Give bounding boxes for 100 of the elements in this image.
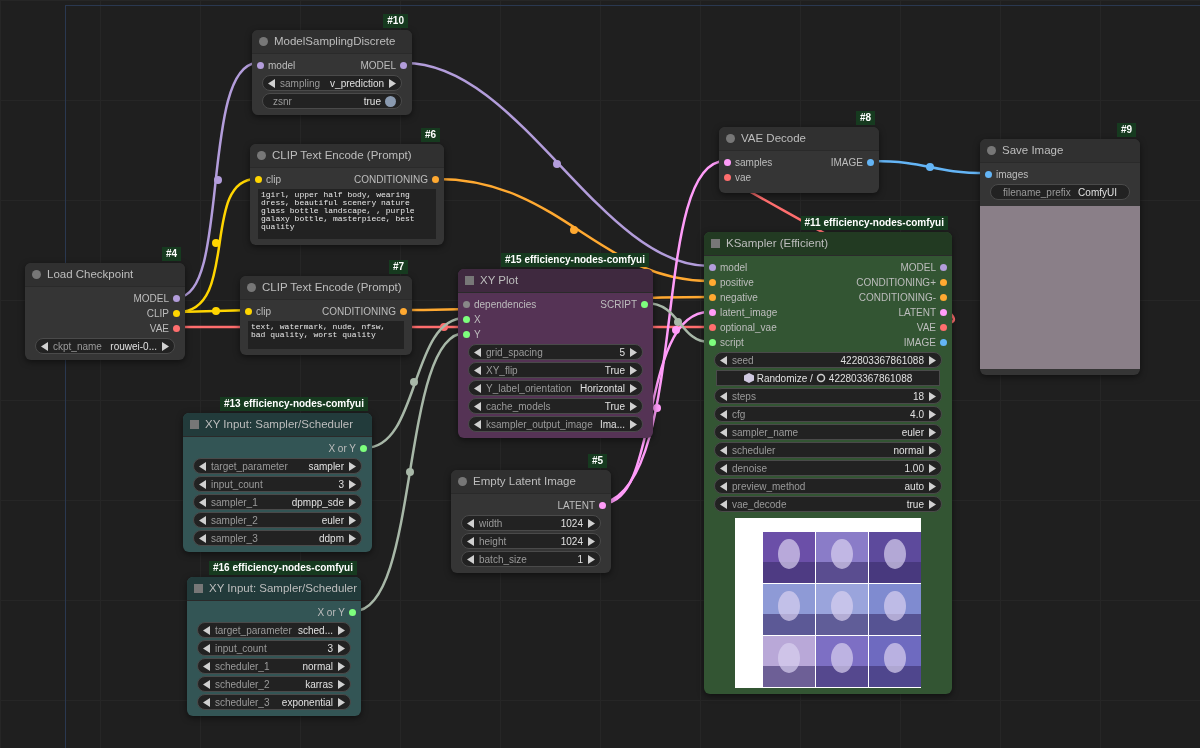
node-badge: #15 efficiency-nodes-comfyui bbox=[500, 253, 649, 267]
number-widget[interactable]: input_count 3 bbox=[197, 640, 351, 656]
number-widget[interactable]: grid_spacing 5 bbox=[468, 344, 643, 360]
square-icon bbox=[465, 276, 474, 285]
input-label: latent_image bbox=[720, 306, 778, 320]
node-title: KSampler (Efficient) bbox=[726, 235, 829, 251]
node-title-bar[interactable]: XY Input: Sampler/Scheduler bbox=[187, 577, 361, 601]
input-label: samples bbox=[735, 156, 773, 170]
number-widget[interactable]: height 1024 bbox=[461, 533, 601, 549]
node-badge: #10 bbox=[383, 14, 408, 28]
output-label: LATENT bbox=[557, 499, 595, 513]
number-widget[interactable]: batch_size 1 bbox=[461, 551, 601, 567]
combo-widget[interactable]: cache_models True bbox=[468, 398, 643, 414]
input-label: vae bbox=[735, 171, 752, 185]
node-badge: #5 bbox=[587, 454, 607, 468]
node-title: Save Image bbox=[1002, 142, 1064, 158]
node-title: XY Plot bbox=[480, 272, 519, 288]
combo-widget[interactable]: sampler_name euler bbox=[714, 424, 942, 440]
input-label: model bbox=[268, 59, 296, 73]
input-label: images bbox=[996, 168, 1029, 182]
node-title: ModelSamplingDiscrete bbox=[274, 33, 396, 49]
input-label: positive bbox=[720, 276, 754, 290]
combo-widget[interactable]: preview_method auto bbox=[714, 478, 942, 494]
combo-widget[interactable]: scheduler_2 karras bbox=[197, 676, 351, 692]
node-badge: #6 bbox=[420, 128, 440, 142]
input-label: clip bbox=[266, 173, 281, 187]
combo-widget[interactable]: target_parameter sampler bbox=[193, 458, 362, 474]
input-label: optional_vae bbox=[720, 321, 777, 335]
combo-widget[interactable]: vae_decode true bbox=[714, 496, 942, 512]
output-label: MODEL bbox=[133, 292, 169, 306]
combo-widget[interactable]: target_parameter sched... bbox=[197, 622, 351, 638]
combo-widget[interactable]: sampling v_prediction bbox=[262, 75, 402, 91]
decrement-arrow-icon[interactable] bbox=[268, 78, 276, 88]
combo-widget[interactable]: scheduler_1 normal bbox=[197, 658, 351, 674]
increment-arrow-icon[interactable] bbox=[928, 355, 936, 365]
node-title-bar[interactable]: VAE Decode bbox=[719, 127, 879, 151]
input-label: script bbox=[720, 336, 744, 350]
combo-widget[interactable]: scheduler normal bbox=[714, 442, 942, 458]
combo-widget[interactable]: ckpt_name rouwei-0... bbox=[35, 338, 175, 354]
dice-icon bbox=[743, 373, 754, 383]
prompt-textarea[interactable]: 1girl, upper half body, wearing dress, beautiful scenery nature glass bottle landscape, , purple galaxy bottle, masterpiece, best quality bbox=[258, 189, 436, 239]
output-label: LATENT bbox=[898, 306, 936, 320]
output-label: SCRIPT bbox=[600, 298, 637, 312]
node-title: VAE Decode bbox=[741, 130, 806, 146]
combo-widget[interactable]: scheduler_3 exponential bbox=[197, 694, 351, 710]
input-label: X bbox=[474, 313, 481, 327]
recycle-icon bbox=[815, 373, 826, 383]
node-title-bar[interactable]: KSampler (Efficient) bbox=[704, 232, 952, 256]
input-label: dependencies bbox=[474, 298, 537, 312]
node-badge: #9 bbox=[1116, 123, 1136, 137]
output-label: CONDITIONING- bbox=[858, 291, 936, 305]
node-badge: #16 efficiency-nodes-comfyui bbox=[208, 561, 357, 575]
output-label: CONDITIONING+ bbox=[856, 276, 936, 290]
node-title-bar[interactable]: CLIP Text Encode (Prompt) bbox=[250, 144, 444, 168]
input-label: model bbox=[720, 261, 748, 275]
increment-arrow-icon[interactable] bbox=[161, 341, 169, 351]
output-label: IMAGE bbox=[830, 156, 863, 170]
number-widget[interactable]: steps 18 bbox=[714, 388, 942, 404]
square-icon bbox=[194, 584, 203, 593]
node-title: Empty Latent Image bbox=[473, 473, 576, 489]
randomize-button[interactable]: Randomize / 422803367861088 bbox=[716, 370, 940, 386]
node-title-bar[interactable]: Load Checkpoint bbox=[25, 263, 185, 287]
node-title-bar[interactable]: XY Input: Sampler/Scheduler bbox=[183, 413, 372, 437]
combo-widget[interactable]: sampler_3 ddpm bbox=[193, 530, 362, 546]
node-badge: #13 efficiency-nodes-comfyui bbox=[219, 397, 368, 411]
output-label: MODEL bbox=[360, 59, 396, 73]
combo-widget[interactable]: XY_flip True bbox=[468, 362, 643, 378]
output-label: IMAGE bbox=[903, 336, 936, 350]
combo-widget[interactable]: ksampler_output_image Ima... bbox=[468, 416, 643, 432]
combo-widget[interactable]: sampler_1 dpmpp_sde bbox=[193, 494, 362, 510]
output-label: CONDITIONING bbox=[322, 305, 396, 319]
output-label: VAE bbox=[149, 322, 169, 336]
number-widget[interactable]: denoise 1.00 bbox=[714, 460, 942, 476]
decrement-arrow-icon[interactable] bbox=[41, 341, 49, 351]
node-title-bar[interactable]: ModelSamplingDiscrete bbox=[252, 30, 412, 54]
number-widget[interactable]: input_count 3 bbox=[193, 476, 362, 492]
node-title: XY Input: Sampler/Scheduler bbox=[209, 580, 358, 596]
decrement-arrow-icon[interactable] bbox=[720, 355, 728, 365]
toggle-widget[interactable]: zsnr true bbox=[262, 93, 402, 109]
number-widget[interactable]: width 1024 bbox=[461, 515, 601, 531]
node-title-bar[interactable]: Empty Latent Image bbox=[451, 470, 611, 494]
node-title-bar[interactable]: Save Image bbox=[980, 139, 1140, 163]
output-label: X or Y bbox=[317, 606, 345, 620]
increment-arrow-icon[interactable] bbox=[388, 78, 396, 88]
node-title: CLIP Text Encode (Prompt) bbox=[272, 147, 412, 163]
node-badge: #4 bbox=[161, 247, 181, 261]
node-badge: #11 efficiency-nodes-comfyui bbox=[800, 216, 948, 230]
number-widget[interactable]: cfg 4.0 bbox=[714, 406, 942, 422]
combo-widget[interactable]: Y_label_orientation Horizontal bbox=[468, 380, 643, 396]
output-label: CLIP bbox=[146, 307, 169, 321]
input-label: clip bbox=[256, 305, 271, 319]
node-title: Load Checkpoint bbox=[47, 266, 134, 282]
node-title-bar[interactable]: XY Plot bbox=[458, 269, 653, 293]
combo-widget[interactable]: sampler_2 euler bbox=[193, 512, 362, 528]
node-title-bar[interactable]: CLIP Text Encode (Prompt) bbox=[240, 276, 412, 300]
node-title: CLIP Text Encode (Prompt) bbox=[262, 279, 402, 295]
prompt-textarea[interactable]: text, watermark, nude, nfsw, bad quality, worst quality bbox=[248, 321, 404, 349]
input-label: negative bbox=[720, 291, 758, 305]
number-widget[interactable]: seed 422803367861088 bbox=[714, 352, 942, 368]
text-widget[interactable]: filename_prefix ComfyUI bbox=[990, 184, 1130, 200]
